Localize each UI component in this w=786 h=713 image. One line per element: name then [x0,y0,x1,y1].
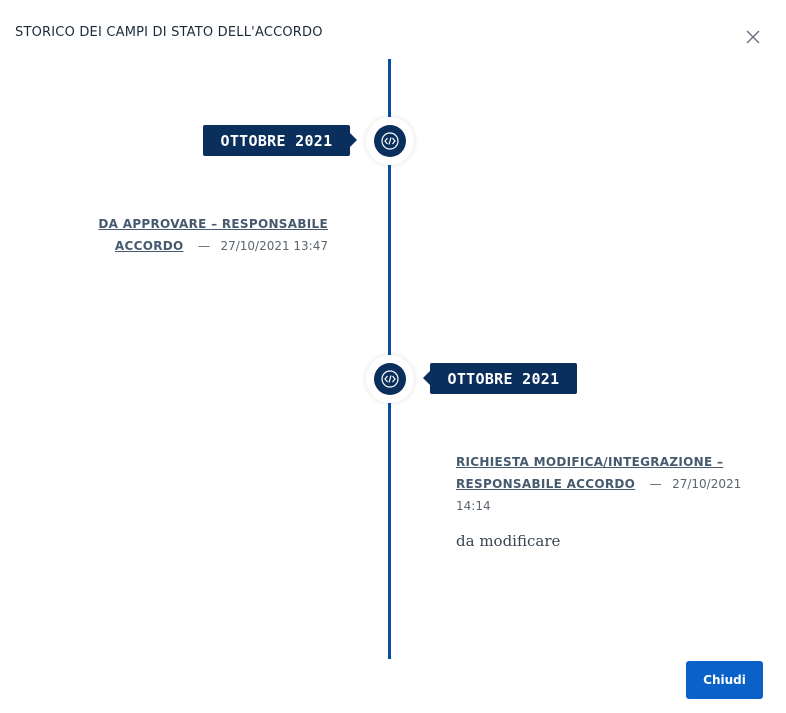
chiudi-button[interactable]: Chiudi [686,661,763,699]
timeline-node-inner [374,363,406,395]
close-dialog-button[interactable] [744,28,762,46]
timeline-entry: DA APPROVARE – RESPONSABILE ACCORDO — 27… [68,213,328,257]
entry-status-link[interactable]: RICHIESTA MODIFICA/INTEGRAZIONE – [456,455,723,469]
entry-description: da modificare [456,532,561,550]
timeline-date-badge: OTTOBRE 2021 [423,363,577,394]
entry-timestamp: 27/10/2021 13:47 [220,239,328,253]
entry-status-link[interactable]: DA APPROVARE – RESPONSABILE [98,217,328,231]
entry-status-link-continued[interactable]: RESPONSABILE ACCORDO [456,477,635,491]
timeline-node [366,117,414,165]
date-badge-label: OTTOBRE 2021 [447,369,560,388]
code-icon [381,132,399,150]
date-badge-label: OTTOBRE 2021 [220,131,333,150]
code-icon [381,370,399,388]
dialog-title: STORICO DEI CAMPI DI STATO DELL'ACCORDO [15,25,323,40]
entry-timestamp: 27/10/2021 [672,477,742,491]
entry-separator: — [197,239,210,253]
timeline-entry: RICHIESTA MODIFICA/INTEGRAZIONE – RESPON… [456,451,746,517]
timeline-node-inner [374,125,406,157]
entry-timestamp-time: 14:14 [456,499,491,513]
entry-separator: — [649,477,662,491]
timeline-date-badge: OTTOBRE 2021 [203,125,357,156]
entry-status-link-continued[interactable]: ACCORDO [115,239,184,253]
close-icon [746,30,760,44]
timeline-node [366,355,414,403]
